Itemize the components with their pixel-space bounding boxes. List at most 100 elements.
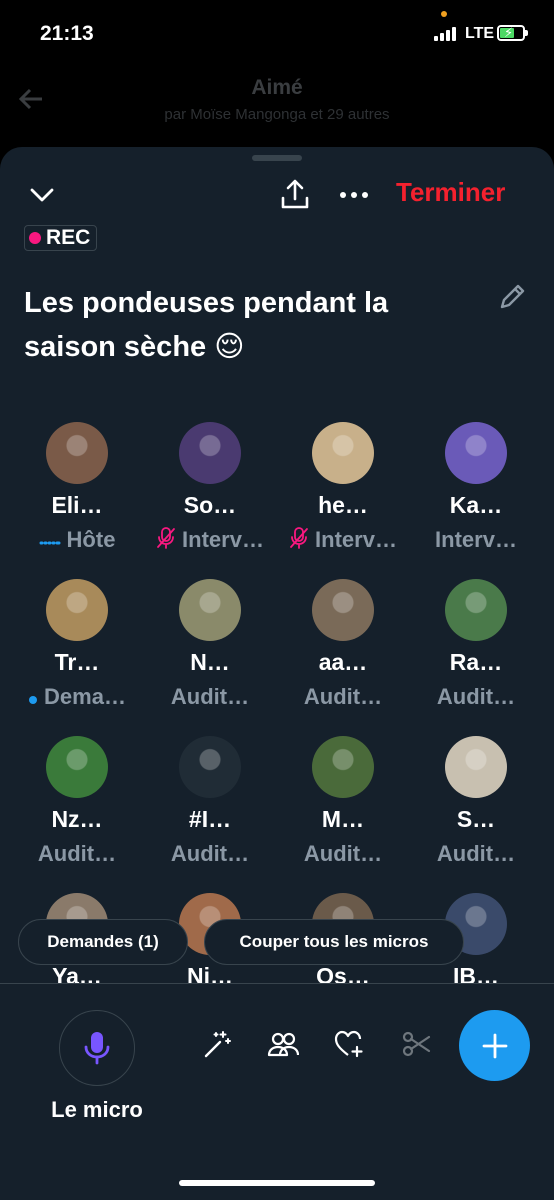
participant-name: Eli…: [51, 492, 103, 518]
participant-role: Audit…: [266, 841, 420, 867]
background-tweet-header: Aimé par Moïse Mangonga et 29 autres: [0, 70, 554, 150]
sheet-grabber[interactable]: [252, 155, 302, 161]
participant-role: Interv…: [266, 527, 420, 555]
participant-name: Ka…: [449, 492, 503, 518]
participant-role: Interv…: [399, 527, 553, 553]
participant-card[interactable]: Nz… Audit…: [0, 736, 133, 876]
clock: 21:13: [40, 22, 94, 45]
network-label: LTE: [465, 25, 495, 42]
participant-card[interactable]: S… Audit…: [399, 736, 532, 876]
signal-icon: [434, 27, 456, 41]
participant-card[interactable]: Ka… Interv…: [399, 422, 532, 562]
participant-role: Audit…: [399, 684, 553, 710]
mute-all-button[interactable]: Couper tous les micros: [204, 919, 464, 965]
magic-wand-icon[interactable]: [200, 1027, 234, 1061]
speaking-icon: [39, 528, 61, 554]
heart-plus-icon[interactable]: [332, 1027, 366, 1061]
participant-role: Dema…: [0, 684, 154, 711]
participant-role: Interv…: [133, 527, 287, 555]
avatar[interactable]: [445, 736, 507, 798]
participant-name: Ya…: [52, 963, 102, 989]
avatar[interactable]: [312, 579, 374, 641]
avatar[interactable]: [179, 736, 241, 798]
avatar[interactable]: [445, 422, 507, 484]
avatar[interactable]: [179, 422, 241, 484]
avatar[interactable]: [46, 736, 108, 798]
mic-muted-icon: [156, 527, 176, 555]
avatar[interactable]: [46, 579, 108, 641]
participant-card[interactable]: Eli… Hôte: [0, 422, 133, 562]
avatar[interactable]: [445, 579, 507, 641]
recording-badge: REC: [24, 225, 98, 251]
participant-role-label: Audit…: [303, 841, 383, 866]
toolbar-divider: [0, 983, 554, 984]
record-dot-icon: [29, 232, 41, 244]
end-space-button[interactable]: Terminer: [396, 177, 505, 208]
participant-name: #I…: [188, 806, 232, 832]
participant-card[interactable]: N… Audit…: [133, 579, 266, 719]
participant-card[interactable]: So… Interv…: [133, 422, 266, 562]
participant-name: aa…: [318, 649, 368, 675]
participant-role: Audit…: [133, 684, 287, 710]
participant-role: Hôte: [0, 527, 154, 554]
participant-role: Audit…: [266, 684, 420, 710]
participant-name: N…: [190, 649, 230, 675]
participant-role-label: Audit…: [436, 684, 516, 709]
avatar[interactable]: [312, 736, 374, 798]
chevron-down-icon[interactable]: [26, 179, 58, 211]
microphone-button[interactable]: [59, 1010, 135, 1086]
participant-name: Tr…: [54, 649, 100, 675]
recording-label: REC: [46, 226, 91, 249]
participant-role-label: Interv…: [435, 527, 517, 552]
home-indicator[interactable]: [179, 1180, 375, 1186]
microphone-icon: [84, 1032, 110, 1065]
participant-name: Ra…: [449, 649, 503, 675]
share-icon[interactable]: [278, 177, 312, 211]
participant-name: So…: [183, 492, 237, 518]
participant-role: Audit…: [0, 841, 154, 867]
participant-card[interactable]: Ra… Audit…: [399, 579, 532, 719]
requests-button[interactable]: Demandes (1): [18, 919, 188, 965]
people-icon[interactable]: [266, 1027, 300, 1061]
background-subtitle: par Moïse Mangonga et 29 autres: [164, 106, 390, 123]
background-title: Aimé: [251, 76, 303, 99]
participant-name: he…: [318, 492, 368, 518]
participant-role-label: Audit…: [170, 684, 250, 709]
space-sheet: Terminer REC Les pondeuses pendant la sa…: [0, 147, 554, 1200]
request-dot-icon: [28, 685, 38, 711]
avatar[interactable]: [46, 422, 108, 484]
avatar[interactable]: [312, 422, 374, 484]
battery-icon: ⚡: [497, 25, 528, 41]
participant-role-label: Interv…: [315, 527, 397, 552]
mic-muted-icon: [289, 527, 309, 555]
participant-card[interactable]: M… Audit…: [266, 736, 399, 876]
more-options-icon[interactable]: [336, 179, 372, 211]
participant-role-label: Audit…: [436, 841, 516, 866]
edit-pencil-icon[interactable]: [496, 281, 528, 313]
status-bar: 21:13 LTE ⚡: [0, 0, 554, 70]
participant-name: Os…: [316, 963, 370, 989]
space-title: Les pondeuses pendant la saison sèche 😌: [24, 287, 389, 363]
add-button[interactable]: [459, 1010, 530, 1081]
participant-card[interactable]: he… Interv…: [266, 422, 399, 562]
privacy-indicator: [441, 11, 447, 17]
participant-role-label: Audit…: [303, 684, 383, 709]
participant-card[interactable]: aa… Audit…: [266, 579, 399, 719]
participant-role: Audit…: [133, 841, 287, 867]
participant-role: Audit…: [399, 841, 553, 867]
participant-role-label: Hôte: [66, 527, 116, 552]
participant-role-label: Interv…: [182, 527, 264, 552]
microphone-label: Le micro: [51, 1097, 143, 1122]
participant-role-label: Audit…: [170, 841, 250, 866]
participant-role-label: Dema…: [44, 684, 126, 709]
participant-name: IB…: [453, 963, 499, 989]
participant-name: M…: [321, 806, 365, 832]
participant-name: Nz…: [51, 806, 103, 832]
avatar[interactable]: [179, 579, 241, 641]
space-top-bar: Terminer: [0, 175, 554, 215]
participant-card[interactable]: Tr… Dema…: [0, 579, 133, 719]
scissors-icon[interactable]: [400, 1027, 434, 1061]
participant-card[interactable]: #I… Audit…: [133, 736, 266, 876]
participant-name: S…: [456, 806, 496, 832]
participant-role-label: Audit…: [37, 841, 117, 866]
